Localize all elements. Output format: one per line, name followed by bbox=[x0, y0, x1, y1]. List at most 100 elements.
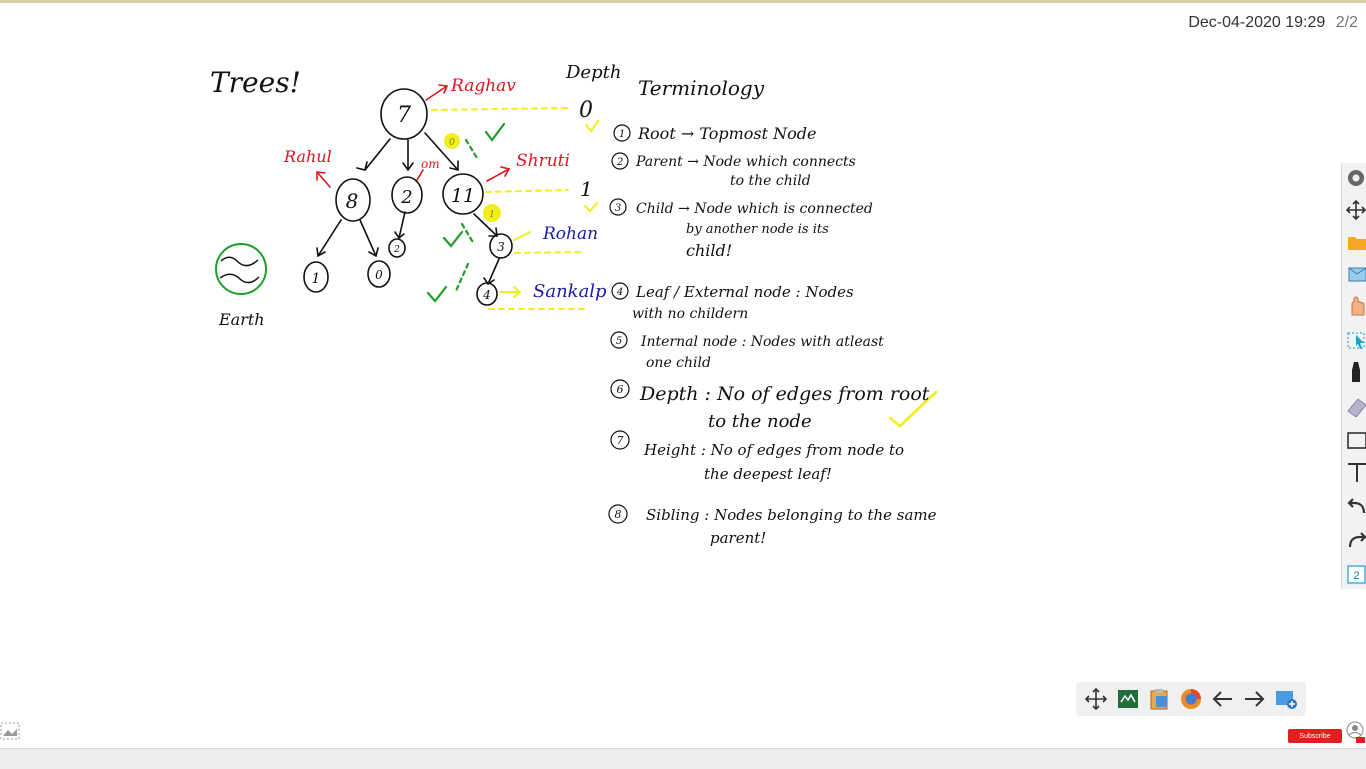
node-name-label: Rohan bbox=[542, 224, 598, 244]
select-tool-button[interactable] bbox=[1344, 327, 1366, 353]
move-icon bbox=[1345, 199, 1366, 221]
dash-arrow bbox=[464, 138, 479, 160]
clipboard-button[interactable] bbox=[1145, 685, 1173, 713]
right-toolbar: 2 bbox=[1341, 163, 1366, 589]
tree-edge bbox=[483, 258, 500, 286]
box-icon bbox=[1348, 267, 1366, 282]
prev-page-icon bbox=[1212, 691, 1232, 707]
redo-icon bbox=[1348, 532, 1366, 548]
term-line: Parent → Node which connects bbox=[635, 154, 856, 170]
channel-avatar[interactable] bbox=[1345, 720, 1365, 744]
marker-digit: 0 bbox=[449, 138, 455, 148]
item-number: 2 bbox=[616, 157, 623, 168]
node-name-label: om bbox=[421, 157, 440, 171]
add-page-button[interactable] bbox=[1272, 685, 1300, 713]
tree-node-value: 2 bbox=[393, 245, 400, 255]
item-number: 5 bbox=[616, 336, 622, 347]
hand-tool-button[interactable] bbox=[1344, 293, 1366, 319]
term-line: Sibling : Nodes belonging to the same bbox=[646, 506, 937, 524]
node-name-label: Shruti bbox=[516, 151, 570, 171]
item-number: 7 bbox=[617, 434, 624, 447]
tree-edge bbox=[394, 211, 406, 240]
bottom-toolbar bbox=[1076, 682, 1306, 716]
depth-value: 0 bbox=[579, 98, 593, 123]
earth-doodle bbox=[219, 256, 260, 284]
pen-icon bbox=[1352, 362, 1360, 382]
term-line: Depth : No of edges from root bbox=[639, 383, 930, 405]
annotation-arrow bbox=[499, 286, 522, 298]
subscribe-label: Subscribe bbox=[1299, 732, 1331, 740]
term-line: the deepest leaf! bbox=[704, 465, 832, 483]
tree-edge bbox=[316, 219, 342, 258]
next-page-icon bbox=[1245, 691, 1265, 707]
undo-button[interactable] bbox=[1344, 493, 1366, 519]
tree-edge bbox=[402, 139, 414, 172]
folder-icon bbox=[1348, 237, 1366, 250]
minimize-corner-button[interactable] bbox=[0, 720, 20, 742]
term-line: one child bbox=[646, 355, 711, 371]
move-icon bbox=[1084, 687, 1107, 711]
terminology-heading: Terminology bbox=[638, 76, 765, 100]
tree-node-value: 4 bbox=[482, 288, 491, 302]
node-name-label: Raghav bbox=[450, 76, 516, 96]
dash-arrow bbox=[453, 262, 470, 295]
shape-tool-button[interactable] bbox=[1344, 427, 1366, 453]
redo-button[interactable] bbox=[1344, 527, 1366, 553]
settings-button[interactable] bbox=[1344, 165, 1366, 191]
tree-node-value: 3 bbox=[497, 240, 505, 254]
term-line: child! bbox=[686, 241, 732, 260]
node-name-label: Rahul bbox=[283, 147, 332, 166]
tree-node-value: 11 bbox=[451, 185, 475, 207]
item-number: 3 bbox=[615, 203, 621, 214]
term-line: parent! bbox=[710, 529, 766, 547]
subscribe-button[interactable]: Subscribe bbox=[1288, 729, 1342, 743]
text-tool-button[interactable] bbox=[1344, 459, 1366, 485]
landscape-icon bbox=[0, 722, 20, 740]
tree-node-value: 0 bbox=[375, 268, 383, 282]
term-line: Child → Node which is connected bbox=[636, 201, 873, 217]
page-number-button[interactable]: 2 bbox=[1344, 561, 1366, 587]
annotation-arrow bbox=[416, 169, 424, 181]
next-page-button[interactable] bbox=[1240, 685, 1268, 713]
depth-guide-line bbox=[514, 251, 585, 254]
eraser-tool-button[interactable] bbox=[1344, 393, 1366, 419]
annotation-arrow bbox=[513, 231, 531, 241]
dash-arrow bbox=[460, 222, 476, 246]
browser-button[interactable] bbox=[1177, 685, 1205, 713]
whiteboard-canvas[interactable]: Trees! 7 8 2 11 1 0 2 3 4 Raghav Rahul o… bbox=[0, 0, 1340, 748]
resources-button[interactable] bbox=[1344, 261, 1366, 287]
clipboard-icon bbox=[1150, 689, 1168, 710]
item-number: 4 bbox=[616, 287, 623, 298]
check-mark bbox=[584, 202, 598, 213]
whiteboard-icon bbox=[1117, 690, 1138, 708]
open-folder-button[interactable] bbox=[1344, 229, 1366, 255]
move-tool-button[interactable] bbox=[1344, 197, 1366, 223]
term-line: to the child bbox=[730, 173, 811, 189]
term-line: to the node bbox=[708, 411, 812, 432]
page-number-icon: 2 bbox=[1347, 565, 1366, 584]
tree-node-value: 8 bbox=[346, 189, 359, 213]
add-page-icon bbox=[1276, 691, 1298, 709]
tree-node-value: 1 bbox=[312, 271, 321, 287]
previous-page-button[interactable] bbox=[1209, 685, 1237, 713]
tree-node-value: 7 bbox=[397, 103, 411, 128]
select-arrow-icon bbox=[1347, 332, 1365, 349]
node-name-label: Sankalp bbox=[533, 281, 607, 302]
depth-guide-line bbox=[485, 189, 569, 193]
earth-label: Earth bbox=[218, 310, 265, 329]
move-toolbar-button[interactable] bbox=[1082, 685, 1110, 713]
term-line: Internal node : Nodes with atleast bbox=[640, 334, 884, 350]
term-line: by another node is its bbox=[686, 222, 829, 237]
annotation-arrow bbox=[486, 166, 511, 182]
browser-icon bbox=[1180, 689, 1201, 709]
pen-tool-button[interactable] bbox=[1344, 359, 1366, 385]
item-number: 8 bbox=[615, 508, 622, 521]
whiteboard-button[interactable] bbox=[1114, 685, 1142, 713]
text-icon bbox=[1348, 463, 1366, 482]
depth-heading: Depth bbox=[565, 62, 621, 83]
earth-drawing bbox=[215, 243, 267, 295]
annotation-arrow bbox=[316, 171, 331, 188]
annotation-arrow bbox=[425, 84, 449, 101]
bottom-status-strip bbox=[0, 748, 1366, 769]
tree-edge bbox=[356, 138, 391, 171]
